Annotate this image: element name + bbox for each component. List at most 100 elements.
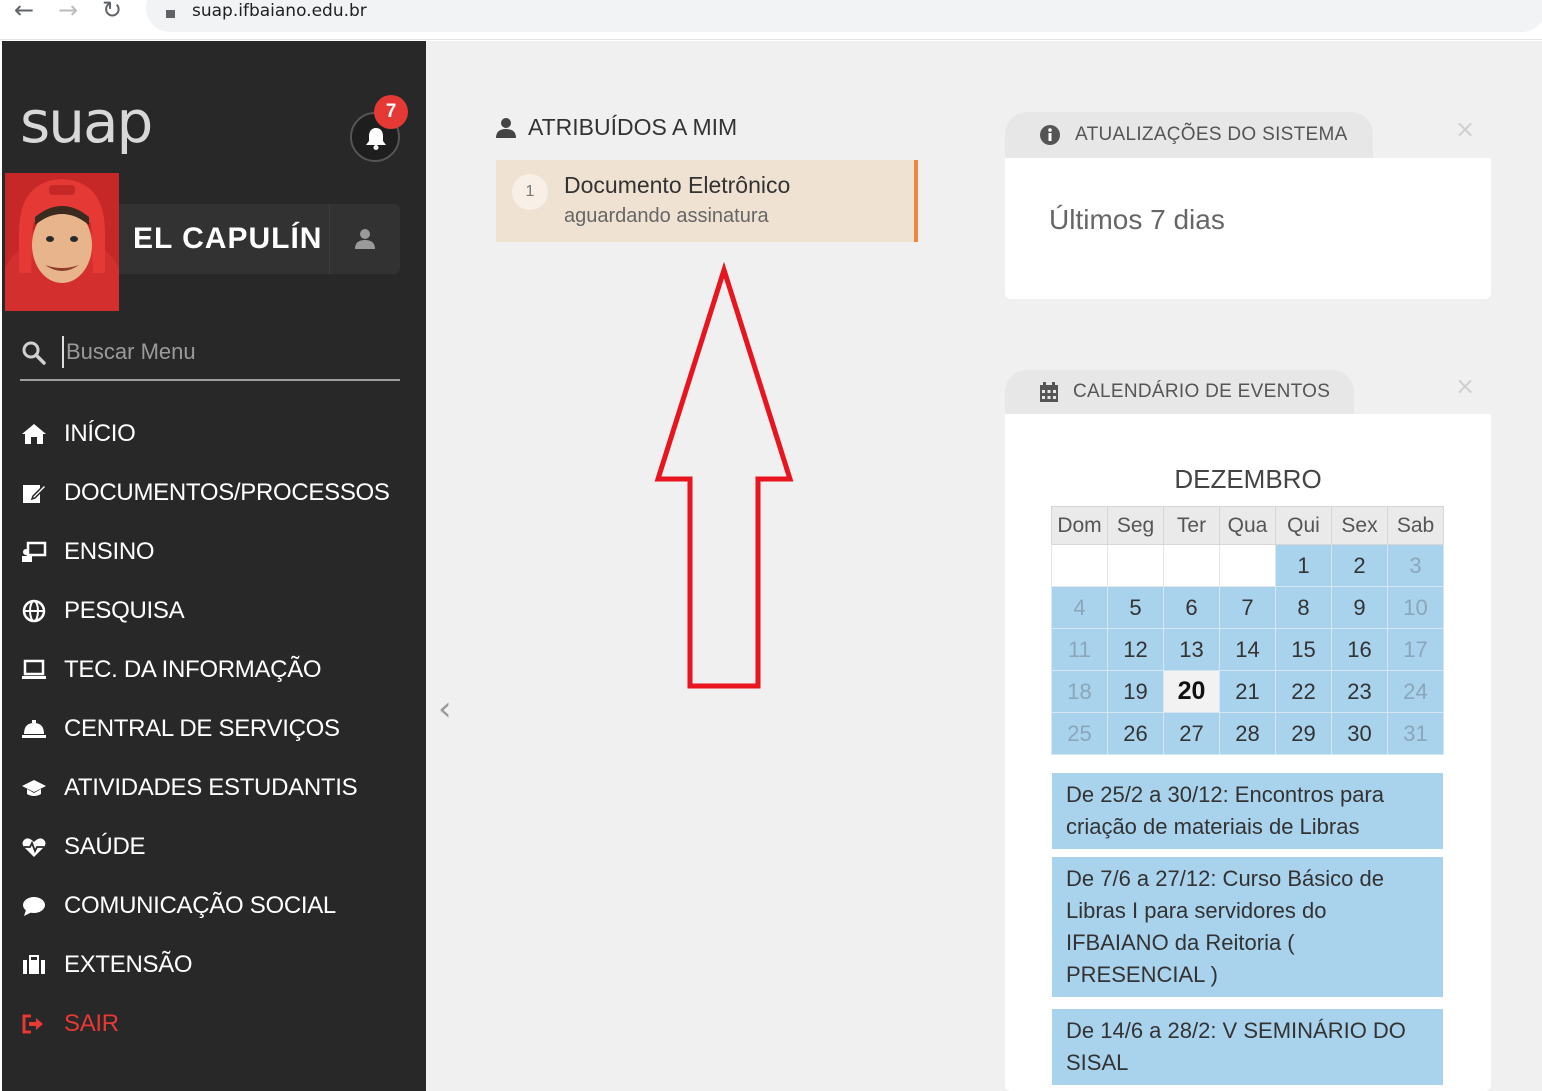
calendar-day[interactable]: 29 xyxy=(1275,712,1332,755)
calendar-day[interactable]: 13 xyxy=(1163,628,1220,671)
updates-period: Últimos 7 dias xyxy=(1049,204,1225,235)
calendar-widget: DEZEMBRO Dom Seg Ter Qua Qui Sex Sab 123… xyxy=(1005,414,1491,1091)
suap-logo[interactable]: suap xyxy=(20,93,153,151)
sidebar-item-central-servicos[interactable]: CENTRAL DE SERVIÇOS xyxy=(2,699,426,758)
updates-widget-tab: ATUALIZAÇÕES DO SISTEMA xyxy=(1005,112,1373,158)
info-icon xyxy=(1040,125,1060,145)
calendar-widget-tab: CALENDÁRIO DE EVENTOS xyxy=(1005,370,1354,414)
calendar-day[interactable]: 4 xyxy=(1051,586,1108,629)
calendar-day[interactable]: 12 xyxy=(1107,628,1164,671)
task-title[interactable]: Documento Eletrônico xyxy=(564,172,790,199)
calendar-weekday-row: Dom Seg Ter Qua Qui Sex Sab xyxy=(1051,506,1444,545)
search-input[interactable] xyxy=(62,336,392,368)
sidebar-item-label: TEC. DA INFORMAÇÃO xyxy=(64,655,322,683)
calendar-day[interactable]: 1 xyxy=(1275,544,1332,587)
calendar-day[interactable]: 21 xyxy=(1219,670,1276,713)
user-icon xyxy=(496,117,516,138)
heartbeat-icon xyxy=(20,833,48,861)
sidebar-item-sair[interactable]: SAIR xyxy=(2,994,426,1053)
search-icon xyxy=(22,341,46,365)
updates-title: ATUALIZAÇÕES DO SISTEMA xyxy=(1075,124,1348,145)
weekday-label: Dom xyxy=(1051,506,1108,545)
sidebar-item-comunicacao-social[interactable]: COMUNICAÇÃO SOCIAL xyxy=(2,876,426,935)
close-icon[interactable]: × xyxy=(1455,372,1475,400)
menu-search xyxy=(20,331,400,381)
user-icon[interactable] xyxy=(355,228,375,250)
user-box[interactable]: EL CAPULÍN xyxy=(119,204,400,274)
sidebar-item-ensino[interactable]: ENSINO xyxy=(2,522,426,581)
briefcase-icon xyxy=(20,951,48,979)
calendar-day[interactable]: 24 xyxy=(1387,670,1444,713)
calendar-day[interactable]: 16 xyxy=(1331,628,1388,671)
calendar-event[interactable]: De 7/6 a 27/12: Curso Básico de Libras I… xyxy=(1052,857,1443,997)
bell-icon xyxy=(366,128,386,150)
calendar-day[interactable]: 3 xyxy=(1387,544,1444,587)
sidebar-item-tec-informacao[interactable]: TEC. DA INFORMAÇÃO xyxy=(2,640,426,699)
calendar-day[interactable]: 6 xyxy=(1163,586,1220,629)
updates-widget: Últimos 7 dias xyxy=(1005,158,1491,299)
calendar-day[interactable]: 22 xyxy=(1275,670,1332,713)
sidebar-item-label: SAÚDE xyxy=(64,832,146,860)
weekday-label: Qua xyxy=(1219,506,1276,545)
site-info-icon[interactable] xyxy=(166,10,175,18)
sidebar-item-atividades-estudantis[interactable]: ATIVIDADES ESTUDANTIS xyxy=(2,758,426,817)
calendar-empty-cell xyxy=(1219,544,1276,587)
calendar-day[interactable]: 10 xyxy=(1387,586,1444,629)
avatar[interactable] xyxy=(5,173,119,311)
task-item[interactable]: 1 Documento Eletrônico aguardando assina… xyxy=(496,160,918,242)
sidebar-item-saude[interactable]: SAÚDE xyxy=(2,817,426,876)
calendar-event[interactable]: De 14/6 a 28/2: V SEMINÁRIO DO SISAL xyxy=(1052,1009,1443,1085)
calendar-day[interactable]: 11 xyxy=(1051,628,1108,671)
notifications-badge[interactable]: 7 xyxy=(374,95,408,129)
collapse-sidebar-chevron-icon[interactable]: ‹ xyxy=(438,689,452,729)
sidebar-item-documentos[interactable]: DOCUMENTOS/PROCESSOS xyxy=(2,463,426,522)
calendar-week-row: 18 19 20 21 22 23 24 xyxy=(1051,670,1444,713)
calendar-day[interactable]: 23 xyxy=(1331,670,1388,713)
weekday-label: Sex xyxy=(1331,506,1388,545)
calendar-day[interactable]: 25 xyxy=(1051,712,1108,755)
calendar-day[interactable]: 15 xyxy=(1275,628,1332,671)
calendar-day[interactable]: 9 xyxy=(1331,586,1388,629)
laptop-icon xyxy=(20,656,48,684)
divider xyxy=(329,204,330,274)
calendar-day[interactable]: 27 xyxy=(1163,712,1220,755)
calendar-day[interactable]: 19 xyxy=(1107,670,1164,713)
back-arrow-icon[interactable]: ← xyxy=(14,0,34,24)
calendar-empty-cell xyxy=(1163,544,1220,587)
calendar-day[interactable]: 28 xyxy=(1219,712,1276,755)
calendar-month: DEZEMBRO xyxy=(1174,464,1322,494)
widgets-panel: ATUALIZAÇÕES DO SISTEMA × Últimos 7 dias… xyxy=(918,41,1542,1091)
url-text[interactable]: suap.ifbaiano.edu.br xyxy=(192,1,367,21)
service-bell-icon xyxy=(20,715,48,743)
calendar-day[interactable]: 5 xyxy=(1107,586,1164,629)
close-icon[interactable]: × xyxy=(1455,115,1475,143)
task-status: aguardando assinatura xyxy=(564,205,769,227)
calendar-day[interactable]: 26 xyxy=(1107,712,1164,755)
calendar-event[interactable]: De 25/2 a 30/12: Encontros para criação … xyxy=(1052,773,1443,849)
calendar-day[interactable]: 7 xyxy=(1219,586,1276,629)
calendar-day[interactable]: 14 xyxy=(1219,628,1276,671)
assigned-header: ATRIBUÍDOS A MIM xyxy=(496,114,737,141)
user-name[interactable]: EL CAPULÍN xyxy=(133,222,322,256)
sidebar-item-pesquisa[interactable]: PESQUISA xyxy=(2,581,426,640)
sidebar-item-label: EXTENSÃO xyxy=(64,950,193,978)
calendar-day[interactable]: 31 xyxy=(1387,712,1444,755)
sidebar-item-label: ATIVIDADES ESTUDANTIS xyxy=(64,773,358,801)
sidebar-item-extensao[interactable]: EXTENSÃO xyxy=(2,935,426,994)
sidebar-item-label: INÍCIO xyxy=(64,419,136,447)
calendar-day[interactable]: 18 xyxy=(1051,670,1108,713)
reload-icon[interactable]: ↻ xyxy=(102,0,122,24)
calendar-day[interactable]: 8 xyxy=(1275,586,1332,629)
calendar-day[interactable]: 2 xyxy=(1331,544,1388,587)
sidebar-item-label: COMUNICAÇÃO SOCIAL xyxy=(64,891,336,919)
forward-arrow-icon[interactable]: → xyxy=(58,0,78,24)
sidebar-item-inicio[interactable]: INÍCIO xyxy=(2,404,426,463)
calendar-title: CALENDÁRIO DE EVENTOS xyxy=(1073,381,1331,402)
sign-out-icon xyxy=(20,1010,48,1038)
calendar-day-today[interactable]: 20 xyxy=(1163,670,1220,713)
globe-icon xyxy=(20,597,48,625)
calendar-day[interactable]: 17 xyxy=(1387,628,1444,671)
calendar-day[interactable]: 30 xyxy=(1331,712,1388,755)
edit-document-icon xyxy=(20,479,48,507)
calendar-grid: Dom Seg Ter Qua Qui Sex Sab 1 2 3 4 5 6 7 8 9 10 1… xyxy=(1051,506,1444,755)
